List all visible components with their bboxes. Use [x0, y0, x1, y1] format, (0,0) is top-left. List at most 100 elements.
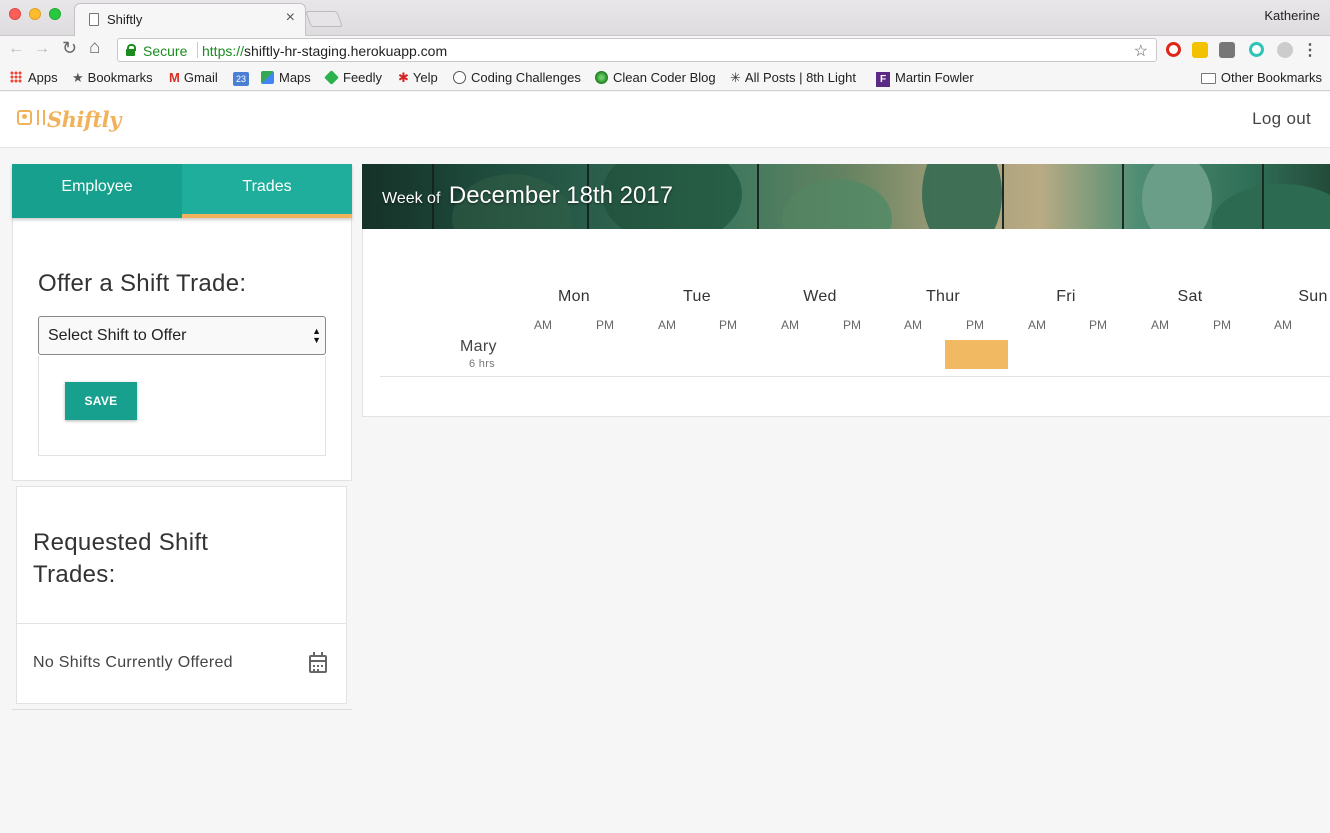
- browser-toolbar: ← → ↻ ⌂ Secure https://shiftly-hr-stagin…: [0, 36, 1330, 65]
- am-label: AM: [1028, 318, 1046, 332]
- pm-label: PM: [966, 318, 984, 332]
- shift-block[interactable]: [945, 340, 1008, 369]
- pm-label: PM: [1213, 318, 1231, 332]
- bookmark-coding-challenges[interactable]: Coding Challenges: [453, 70, 581, 85]
- sync-extension-icon[interactable]: [1249, 42, 1264, 57]
- logo-badge-icon: [17, 110, 32, 125]
- feedly-icon: [324, 70, 339, 85]
- home-icon[interactable]: ⌂: [89, 37, 100, 59]
- clean-coder-icon: [595, 71, 608, 84]
- star-icon: ★: [72, 70, 84, 85]
- url-scheme: https://: [202, 43, 245, 59]
- url-text[interactable]: https://shiftly-hr-staging.herokuapp.com: [202, 43, 447, 59]
- logout-link[interactable]: Log out: [1252, 109, 1311, 129]
- am-label: AM: [904, 318, 922, 332]
- bookmark-feedly[interactable]: Feedly: [324, 70, 382, 85]
- logo-text: Shiftly: [47, 107, 121, 132]
- tab-employee[interactable]: Employee: [12, 164, 182, 218]
- bookmarks-bar: Apps ★ Bookmarks M Gmail 23 Maps Feedly ✱ Y…: [0, 65, 1330, 91]
- requested-trades-heading: Requested Shift Trades:: [33, 529, 209, 588]
- page-icon: [89, 13, 99, 26]
- bookmark-gmail[interactable]: M Gmail: [169, 70, 218, 85]
- pm-label: PM: [1089, 318, 1107, 332]
- bookmark-clean-coder[interactable]: Clean Coder Blog: [595, 70, 716, 85]
- apps-grid-icon: [10, 71, 22, 83]
- bookmark-yelp[interactable]: ✱ Yelp: [398, 70, 438, 86]
- forward-arrow-icon[interactable]: →: [34, 40, 50, 58]
- pm-label: PM: [719, 318, 737, 332]
- week-banner: Week of December 18th 2017: [362, 164, 1330, 229]
- close-window-button[interactable]: [9, 8, 21, 20]
- am-label: AM: [781, 318, 799, 332]
- day-header: Wed: [803, 288, 837, 305]
- day-header: Mon: [557, 288, 591, 305]
- day-header: Thur: [925, 288, 961, 305]
- employee-name: Mary: [460, 338, 497, 355]
- reddit-icon: [453, 71, 466, 84]
- reload-icon[interactable]: ↻: [62, 38, 77, 59]
- bookmark-8th-light[interactable]: ✳ All Posts | 8th Light: [730, 70, 856, 86]
- user-extension-icon[interactable]: [1277, 42, 1293, 58]
- am-label: AM: [658, 318, 676, 332]
- logo-bars-icon: [37, 110, 45, 125]
- new-tab-button[interactable]: [305, 11, 343, 27]
- bookmark-apps[interactable]: Apps: [10, 70, 58, 85]
- weekly-schedule: Week of December 18th 2017 Mon Tue Wed T…: [362, 164, 1330, 417]
- employee-hours: 6 hrs: [469, 358, 495, 370]
- browser-menu-icon[interactable]: ⋮: [1302, 40, 1318, 60]
- save-button[interactable]: SAVE: [65, 382, 137, 420]
- lock-icon: [126, 44, 136, 56]
- shift-offer-select-value: Select Shift to Offer: [48, 327, 187, 344]
- browser-titlebar: Shiftly × Katherine: [0, 0, 1330, 37]
- martin-fowler-icon: F: [876, 72, 890, 87]
- maximize-window-button[interactable]: [49, 8, 61, 20]
- address-bar[interactable]: Secure https://shiftly-hr-staging.heroku…: [117, 38, 1157, 62]
- bookmark-calendar[interactable]: 23: [233, 70, 249, 86]
- browser-tab[interactable]: Shiftly ×: [74, 3, 306, 37]
- day-header: Sat: [1177, 288, 1203, 305]
- back-arrow-icon[interactable]: ←: [8, 40, 24, 58]
- week-date: December 18th 2017: [448, 182, 674, 209]
- pm-label: PM: [596, 318, 614, 332]
- offer-trade-heading: Offer a Shift Trade:: [38, 270, 247, 297]
- day-header: Tue: [683, 288, 711, 305]
- offer-trade-card: Employee Trades Offer a Shift Trade: Sel…: [12, 164, 352, 481]
- tab-title: Shiftly: [107, 12, 143, 27]
- bookmark-maps[interactable]: Maps: [261, 70, 311, 85]
- bookmark-martin-fowler[interactable]: F Martin Fowler: [876, 70, 974, 87]
- week-prefix: Week of: [382, 190, 441, 207]
- opera-extension-icon[interactable]: [1166, 42, 1181, 57]
- tab-close-icon[interactable]: ×: [286, 9, 295, 27]
- folder-icon: [1200, 73, 1216, 84]
- bookmark-star-icon[interactable]: ☆: [1134, 41, 1148, 61]
- am-label: AM: [1274, 318, 1292, 332]
- gmail-icon: M: [169, 70, 180, 85]
- select-arrows-icon: ▲ ▼: [312, 326, 321, 345]
- save-area: SAVE: [38, 356, 326, 456]
- tab-trades[interactable]: Trades: [182, 164, 352, 218]
- row-divider: [380, 376, 1330, 377]
- requested-trades-card: Requested Shift Trades: No Shifts Curren…: [16, 486, 347, 704]
- am-label: AM: [1151, 318, 1169, 332]
- app-header: Shiftly Log out: [0, 92, 1330, 148]
- divider: [12, 709, 352, 710]
- calendar-icon[interactable]: [309, 652, 327, 673]
- bookmark-other[interactable]: Other Bookmarks: [1200, 70, 1322, 85]
- notes-extension-icon[interactable]: [1192, 42, 1208, 58]
- no-shifts-message: No Shifts Currently Offered: [33, 654, 233, 671]
- am-label: AM: [534, 318, 552, 332]
- shift-offer-select[interactable]: Select Shift to Offer ▲ ▼: [38, 316, 326, 355]
- profile-name[interactable]: Katherine: [1264, 8, 1320, 23]
- 8th-light-icon: ✳: [730, 70, 741, 85]
- day-header: Fri: [1056, 288, 1076, 305]
- yelp-icon: ✱: [398, 70, 409, 85]
- day-header: Sun: [1298, 288, 1328, 305]
- address-divider: [197, 42, 198, 58]
- divider: [17, 623, 346, 624]
- bookmark-bookmarks[interactable]: ★ Bookmarks: [72, 70, 153, 86]
- minimize-window-button[interactable]: [29, 8, 41, 20]
- calendar-23-icon: 23: [233, 72, 249, 86]
- week-heading: Week of December 18th 2017: [382, 182, 673, 210]
- pm-label: PM: [843, 318, 861, 332]
- pocket-extension-icon[interactable]: [1219, 42, 1235, 58]
